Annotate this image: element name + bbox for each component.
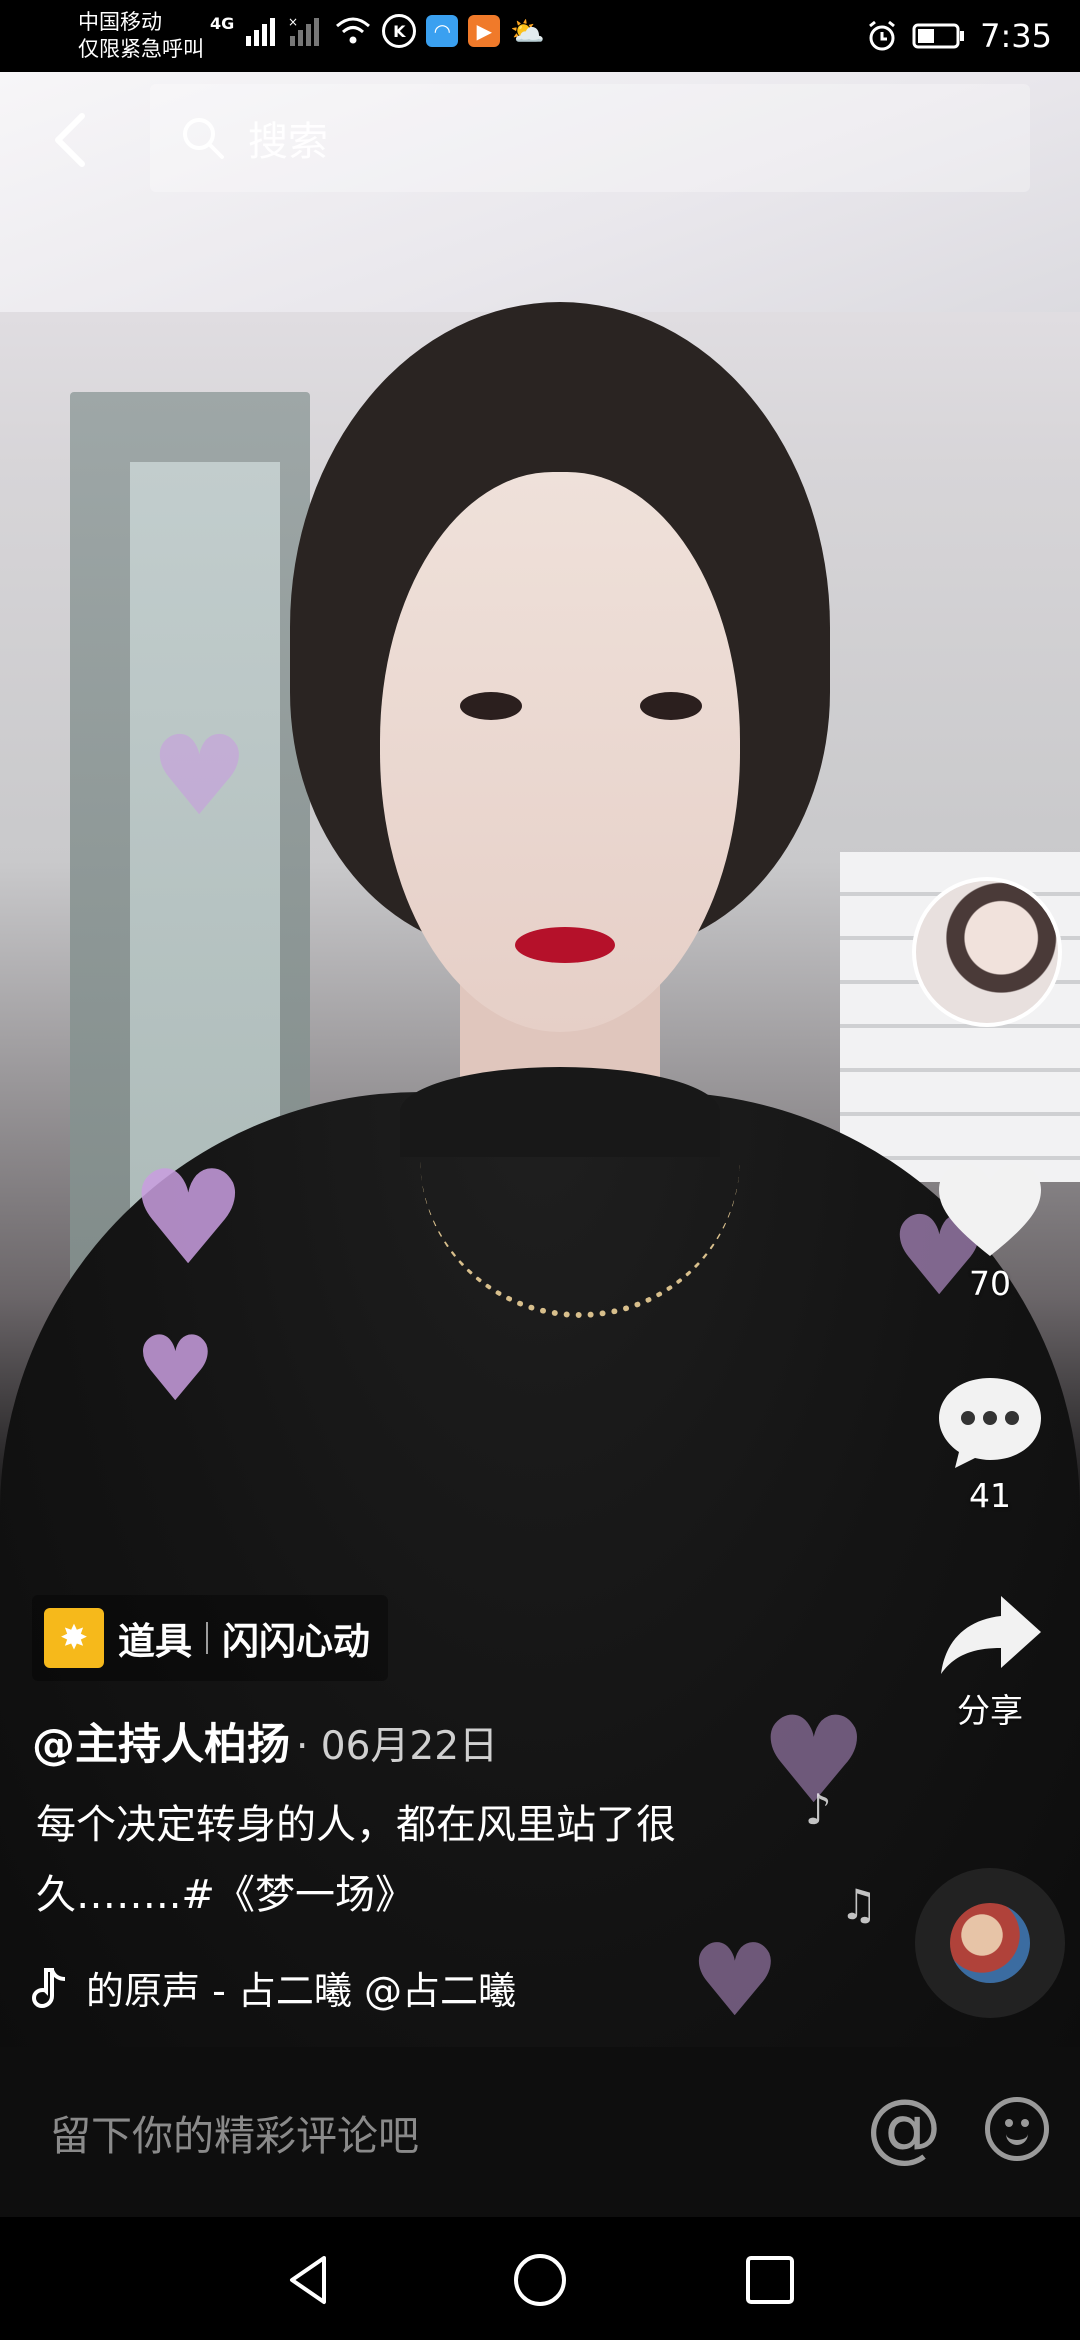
at-icon[interactable]: @ xyxy=(866,2087,942,2167)
app-blue-icon: ◠ xyxy=(426,15,459,47)
signal-icon xyxy=(246,18,276,46)
carrier-info: 中国移动 仅限紧急呼叫 xyxy=(78,9,204,63)
wifi-icon xyxy=(336,17,371,44)
post-date: · 06月22日 xyxy=(296,1724,499,1769)
author-avatar[interactable] xyxy=(912,877,1062,1027)
person-collar xyxy=(400,1067,720,1157)
comment-bar: 留下你的精彩评论吧 @ xyxy=(0,2047,1080,2217)
author-line: @主持人柏扬 · 06月22日 xyxy=(32,1710,498,1772)
battery-icon xyxy=(912,23,965,49)
svg-text:×: × xyxy=(288,16,298,29)
search-bar[interactable]: 搜索 xyxy=(150,84,1030,192)
status-bar: 中国移动 仅限紧急呼叫 4G × K ◠ ▶ ⛅ 7:35 xyxy=(0,0,1080,72)
system-nav-bar xyxy=(0,2217,1080,2340)
share-icon xyxy=(941,1596,1041,1674)
share-button[interactable]: 分享 xyxy=(920,1590,1060,1732)
back-button[interactable] xyxy=(40,100,100,180)
signal-2-icon: × xyxy=(288,16,320,46)
back-icon xyxy=(55,113,85,167)
comment-button[interactable]: 41 xyxy=(920,1372,1060,1515)
prop-divider xyxy=(206,1622,208,1654)
carrier-name: 中国移动 xyxy=(78,10,162,34)
search-icon xyxy=(183,118,224,159)
status-icons: 4G × K ◠ ▶ ⛅ xyxy=(210,14,545,48)
music-info[interactable]: 的原声 - 占二曦 @占二曦 xyxy=(32,1960,516,2015)
person-eye-right xyxy=(640,692,702,720)
person-eye-left xyxy=(460,692,522,720)
music-note-icon: ♫ xyxy=(840,1880,878,1929)
network-type: 4G xyxy=(210,14,235,33)
emoji-icon[interactable] xyxy=(985,2097,1049,2161)
status-right: 7:35 xyxy=(866,0,1052,72)
nav-recents-icon[interactable] xyxy=(740,2250,800,2310)
music-disc[interactable] xyxy=(915,1868,1065,2018)
author-name[interactable]: @主持人柏扬 xyxy=(32,1710,290,1772)
search-placeholder: 搜索 xyxy=(248,119,328,165)
prop-name: 闪闪心动 xyxy=(222,1620,370,1663)
clock: 7:35 xyxy=(980,17,1052,55)
prop-tag[interactable]: ✸ 道具 闪闪心动 xyxy=(32,1595,388,1681)
video-caption: 每个决定转身的人，都在风里站了很久……..#《梦一场》 xyxy=(36,1802,676,1918)
comment-count: 41 xyxy=(969,1476,1011,1515)
carrier-sub: 仅限紧急呼叫 xyxy=(78,37,204,61)
nav-back-icon[interactable] xyxy=(280,2250,340,2310)
like-count: 70 xyxy=(969,1264,1011,1303)
comment-input[interactable]: 留下你的精彩评论吧 xyxy=(50,2102,419,2162)
music-note-icon: ♪ xyxy=(805,1785,832,1834)
heart-effect-icon: ♥ xyxy=(130,1142,247,1294)
emoji-mouth xyxy=(1006,2128,1028,2145)
heart-icon xyxy=(939,1164,1041,1256)
music-disc-cover xyxy=(950,1903,1030,1983)
heart-effect-icon: ♥ xyxy=(690,1922,780,2039)
share-label: 分享 xyxy=(957,1691,1023,1730)
sparkle-icon: ✸ xyxy=(44,1608,104,1668)
app-k-icon: K xyxy=(382,14,417,48)
like-button[interactable]: 70 xyxy=(920,1160,1060,1303)
tiktok-note-icon xyxy=(32,1967,66,2008)
heart-effect-icon: ♥ xyxy=(150,712,249,840)
music-text: 的原声 - 占二曦 @占二曦 xyxy=(86,1969,516,2013)
alarm-icon xyxy=(869,20,896,51)
heart-effect-icon: ♥ xyxy=(135,1317,216,1422)
app-orange-icon: ▶ xyxy=(468,15,501,47)
weather-icon: ⛅ xyxy=(510,14,546,48)
comment-icon xyxy=(939,1378,1041,1468)
nav-home-icon[interactable] xyxy=(510,2250,570,2310)
person-lips xyxy=(515,927,615,963)
prop-label: 道具 xyxy=(118,1620,192,1663)
